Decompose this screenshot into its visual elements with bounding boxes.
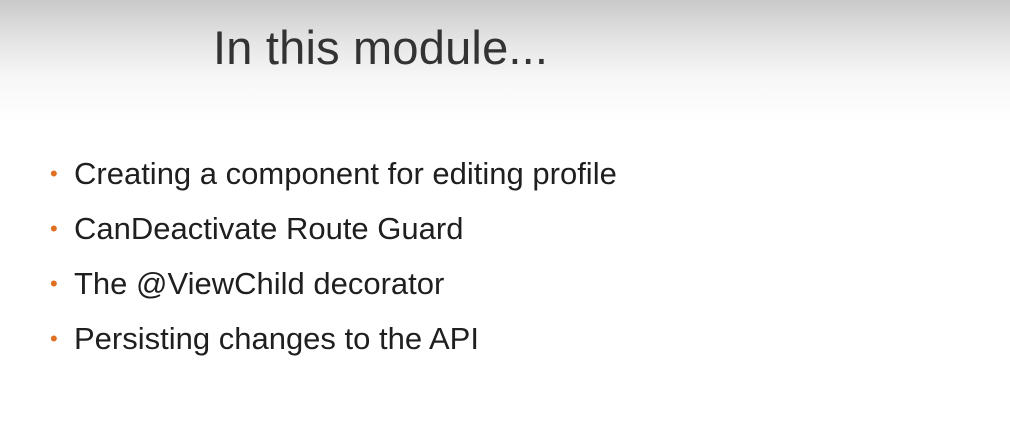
bullet-dot-icon: • xyxy=(50,215,58,241)
bullet-item-3: • The @ViewChild decorator xyxy=(50,256,617,311)
slide: In this module... • Creating a component… xyxy=(0,0,1010,432)
bullet-dot-icon: • xyxy=(50,325,58,351)
bullet-item-4: • Persisting changes to the API xyxy=(50,311,617,366)
bullet-item-1: • Creating a component for editing profi… xyxy=(50,146,617,201)
bullet-text: Creating a component for editing profile xyxy=(74,155,617,191)
bullet-dot-icon: • xyxy=(50,160,58,186)
bullet-text: The @ViewChild decorator xyxy=(74,265,445,301)
bullet-text: Persisting changes to the API xyxy=(74,320,479,356)
bullet-dot-icon: • xyxy=(50,270,58,296)
bullet-item-2: • CanDeactivate Route Guard xyxy=(50,201,617,256)
bullet-list: • Creating a component for editing profi… xyxy=(50,146,617,366)
slide-title: In this module... xyxy=(213,21,549,74)
bullet-text: CanDeactivate Route Guard xyxy=(74,210,464,246)
